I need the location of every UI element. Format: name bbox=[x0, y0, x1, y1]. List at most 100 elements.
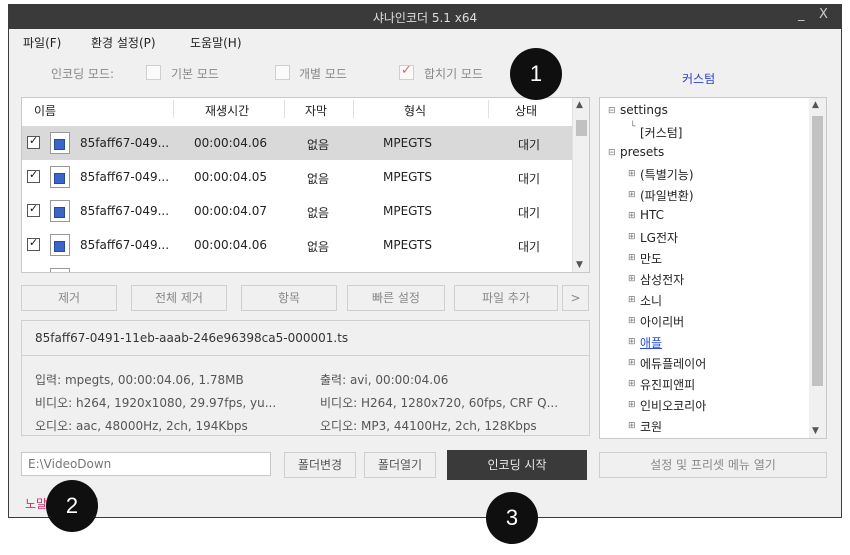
row-format: MPEGTS bbox=[383, 238, 432, 252]
tree-item[interactable]: 유진피앤피 bbox=[640, 376, 695, 393]
expand-icon[interactable]: ⊞ bbox=[628, 169, 636, 179]
tree-item-apple[interactable]: 애플 bbox=[640, 334, 662, 351]
expand-icon[interactable]: ⊞ bbox=[628, 274, 636, 284]
table-row[interactable]: 85faff67-049... 00:00:04.06 없음 MPEGTS 대기 bbox=[22, 126, 573, 160]
open-folder-button[interactable]: 폴더열기 bbox=[364, 452, 436, 478]
window-title: 샤나인코더 5.1 x64 bbox=[372, 11, 478, 25]
expand-icon[interactable]: ⊞ bbox=[628, 190, 636, 200]
expand-icon[interactable]: ⊞ bbox=[628, 337, 636, 347]
row-duration: 00:00:04.05 bbox=[194, 170, 267, 184]
expand-icon[interactable]: ⊞ bbox=[628, 358, 636, 368]
tree-settings[interactable]: settings bbox=[620, 103, 668, 117]
individual-mode-label[interactable]: 개별 모드 bbox=[299, 65, 347, 82]
row-name: 85faff67-049... bbox=[80, 170, 170, 184]
file-list-scrollbar[interactable]: ▲ ▼ bbox=[572, 98, 589, 272]
tree-item[interactable]: 아이리버 bbox=[640, 313, 684, 330]
info-audio-out: 오디오: MP3, 44100Hz, 2ch, 128Kbps bbox=[320, 419, 537, 433]
row-checkbox[interactable] bbox=[27, 202, 40, 217]
file-info-panel: 85faff67-0491-11eb-aaab-246e96398ca5-000… bbox=[21, 320, 590, 436]
scrollbar-thumb[interactable] bbox=[812, 116, 823, 386]
menu-preferences[interactable]: 환경 설정(P) bbox=[91, 34, 156, 51]
tree-item[interactable]: 만도 bbox=[640, 250, 662, 267]
row-subtitle: 없음 bbox=[307, 172, 330, 186]
individual-mode-checkbox[interactable] bbox=[275, 65, 290, 80]
info-audio-in: 오디오: aac, 48000Hz, 2ch, 194Kbps bbox=[35, 419, 248, 433]
items-button[interactable]: 항목 bbox=[241, 285, 337, 311]
quick-settings-button[interactable]: 빠른 설정 bbox=[347, 285, 445, 311]
merge-mode-label[interactable]: 합치기 모드 bbox=[424, 65, 483, 82]
more-actions-button[interactable]: > bbox=[562, 285, 589, 311]
remove-button[interactable]: 제거 bbox=[21, 285, 117, 311]
video-file-icon bbox=[50, 132, 70, 154]
table-row[interactable]: 85faff67-049... 00:00:04.07 없음 MPEGTS 대기 bbox=[22, 194, 573, 228]
row-checkbox[interactable] bbox=[27, 134, 40, 149]
row-subtitle: 없음 bbox=[307, 240, 330, 254]
col-status[interactable]: 상태 bbox=[515, 102, 537, 119]
scroll-down-icon[interactable]: ▼ bbox=[812, 426, 819, 436]
basic-mode-checkbox[interactable] bbox=[146, 65, 161, 80]
scroll-up-icon[interactable]: ▲ bbox=[576, 100, 583, 110]
tree-item[interactable]: 삼성전자 bbox=[640, 271, 684, 288]
close-button[interactable]: X bbox=[819, 7, 828, 22]
row-format: MPEGTS bbox=[383, 136, 432, 150]
output-folder-field[interactable]: E:\VideoDown bbox=[21, 452, 271, 476]
expand-icon[interactable]: ⊞ bbox=[628, 316, 636, 326]
col-duration[interactable]: 재생시간 bbox=[205, 102, 249, 119]
col-subtitle[interactable]: 자막 bbox=[305, 102, 327, 119]
row-checkbox[interactable] bbox=[27, 168, 40, 183]
collapse-icon[interactable]: ⊟ bbox=[608, 148, 616, 158]
open-settings-menu-button[interactable]: 설정 및 프리셋 메뉴 열기 bbox=[599, 452, 827, 478]
tree-presets[interactable]: presets bbox=[620, 145, 664, 159]
row-name: 85faff67-049... bbox=[80, 204, 170, 218]
info-filename: 85faff67-0491-11eb-aaab-246e96398ca5-000… bbox=[35, 331, 349, 345]
info-video-in: 비디오: h264, 1920x1080, 29.97fps, yu... bbox=[35, 396, 277, 410]
tree-item[interactable]: 소니 bbox=[640, 292, 662, 309]
table-row[interactable]: 85faff67-049... 00:00:04.06 없음 MPEGTS 대기 bbox=[22, 228, 573, 262]
table-row[interactable]: 85faff67-049... 00:00:04.05 없음 MPEGTS 대기 bbox=[22, 160, 573, 194]
info-output: 출력: avi, 00:00:04.06 bbox=[320, 373, 449, 387]
start-encoding-button[interactable]: 인코딩 시작 bbox=[447, 450, 587, 480]
col-name[interactable]: 이름 bbox=[34, 102, 56, 119]
tree-custom[interactable]: [커스텀] bbox=[640, 124, 682, 141]
custom-link[interactable]: 커스텀 bbox=[682, 70, 715, 87]
tree-scrollbar[interactable]: ▲ ▼ bbox=[809, 98, 826, 438]
menu-file[interactable]: 파일(F) bbox=[23, 34, 61, 51]
tree-item[interactable]: 인비오코리아 bbox=[640, 397, 706, 414]
title-bar: 샤나인코더 5.1 x64 _ X bbox=[9, 5, 841, 29]
scroll-down-icon[interactable]: ▼ bbox=[576, 260, 583, 270]
change-folder-button[interactable]: 폴더변경 bbox=[284, 452, 356, 478]
tree-item[interactable]: 에듀플레이어 bbox=[640, 355, 706, 372]
expand-icon[interactable]: ⊞ bbox=[628, 379, 636, 389]
tree-item[interactable]: 코원 bbox=[640, 418, 662, 435]
tree-line: └ bbox=[630, 122, 636, 132]
marker-3: 3 bbox=[486, 492, 538, 544]
menu-help[interactable]: 도움말(H) bbox=[190, 34, 242, 51]
tree-item[interactable]: (특별기능) bbox=[640, 166, 694, 183]
row-status: 대기 bbox=[518, 206, 541, 220]
expand-icon[interactable]: ⊞ bbox=[628, 400, 636, 410]
basic-mode-label[interactable]: 기본 모드 bbox=[171, 65, 219, 82]
scroll-up-icon[interactable]: ▲ bbox=[812, 100, 819, 110]
expand-icon[interactable]: ⊞ bbox=[628, 211, 636, 221]
row-duration: 00:00:04.06 bbox=[194, 238, 267, 252]
row-checkbox[interactable] bbox=[27, 236, 40, 251]
file-list: 이름 재생시간 자막 형식 상태 85faff67-049... 00:00:0… bbox=[21, 97, 590, 273]
tree-item[interactable]: HTC bbox=[640, 208, 664, 222]
collapse-icon[interactable]: ⊟ bbox=[608, 106, 616, 116]
minimize-button[interactable]: _ bbox=[798, 7, 805, 22]
row-subtitle: 없음 bbox=[307, 138, 330, 152]
scrollbar-thumb[interactable] bbox=[576, 120, 587, 136]
marker-1: 1 bbox=[510, 48, 562, 100]
expand-icon[interactable]: ⊞ bbox=[628, 253, 636, 263]
tree-item[interactable]: (파일변환) bbox=[640, 187, 694, 204]
row-name: 85faff67-049... bbox=[80, 136, 170, 150]
table-header: 이름 재생시간 자막 형식 상태 bbox=[22, 98, 573, 120]
add-file-button[interactable]: 파일 추가 bbox=[454, 285, 558, 311]
expand-icon[interactable]: ⊞ bbox=[628, 232, 636, 242]
tree-item[interactable]: LG전자 bbox=[640, 229, 678, 246]
expand-icon[interactable]: ⊞ bbox=[628, 295, 636, 305]
expand-icon[interactable]: ⊞ bbox=[628, 421, 636, 431]
remove-all-button[interactable]: 전체 제거 bbox=[131, 285, 227, 311]
col-format[interactable]: 형식 bbox=[404, 102, 426, 119]
merge-mode-checkbox[interactable] bbox=[399, 63, 414, 80]
